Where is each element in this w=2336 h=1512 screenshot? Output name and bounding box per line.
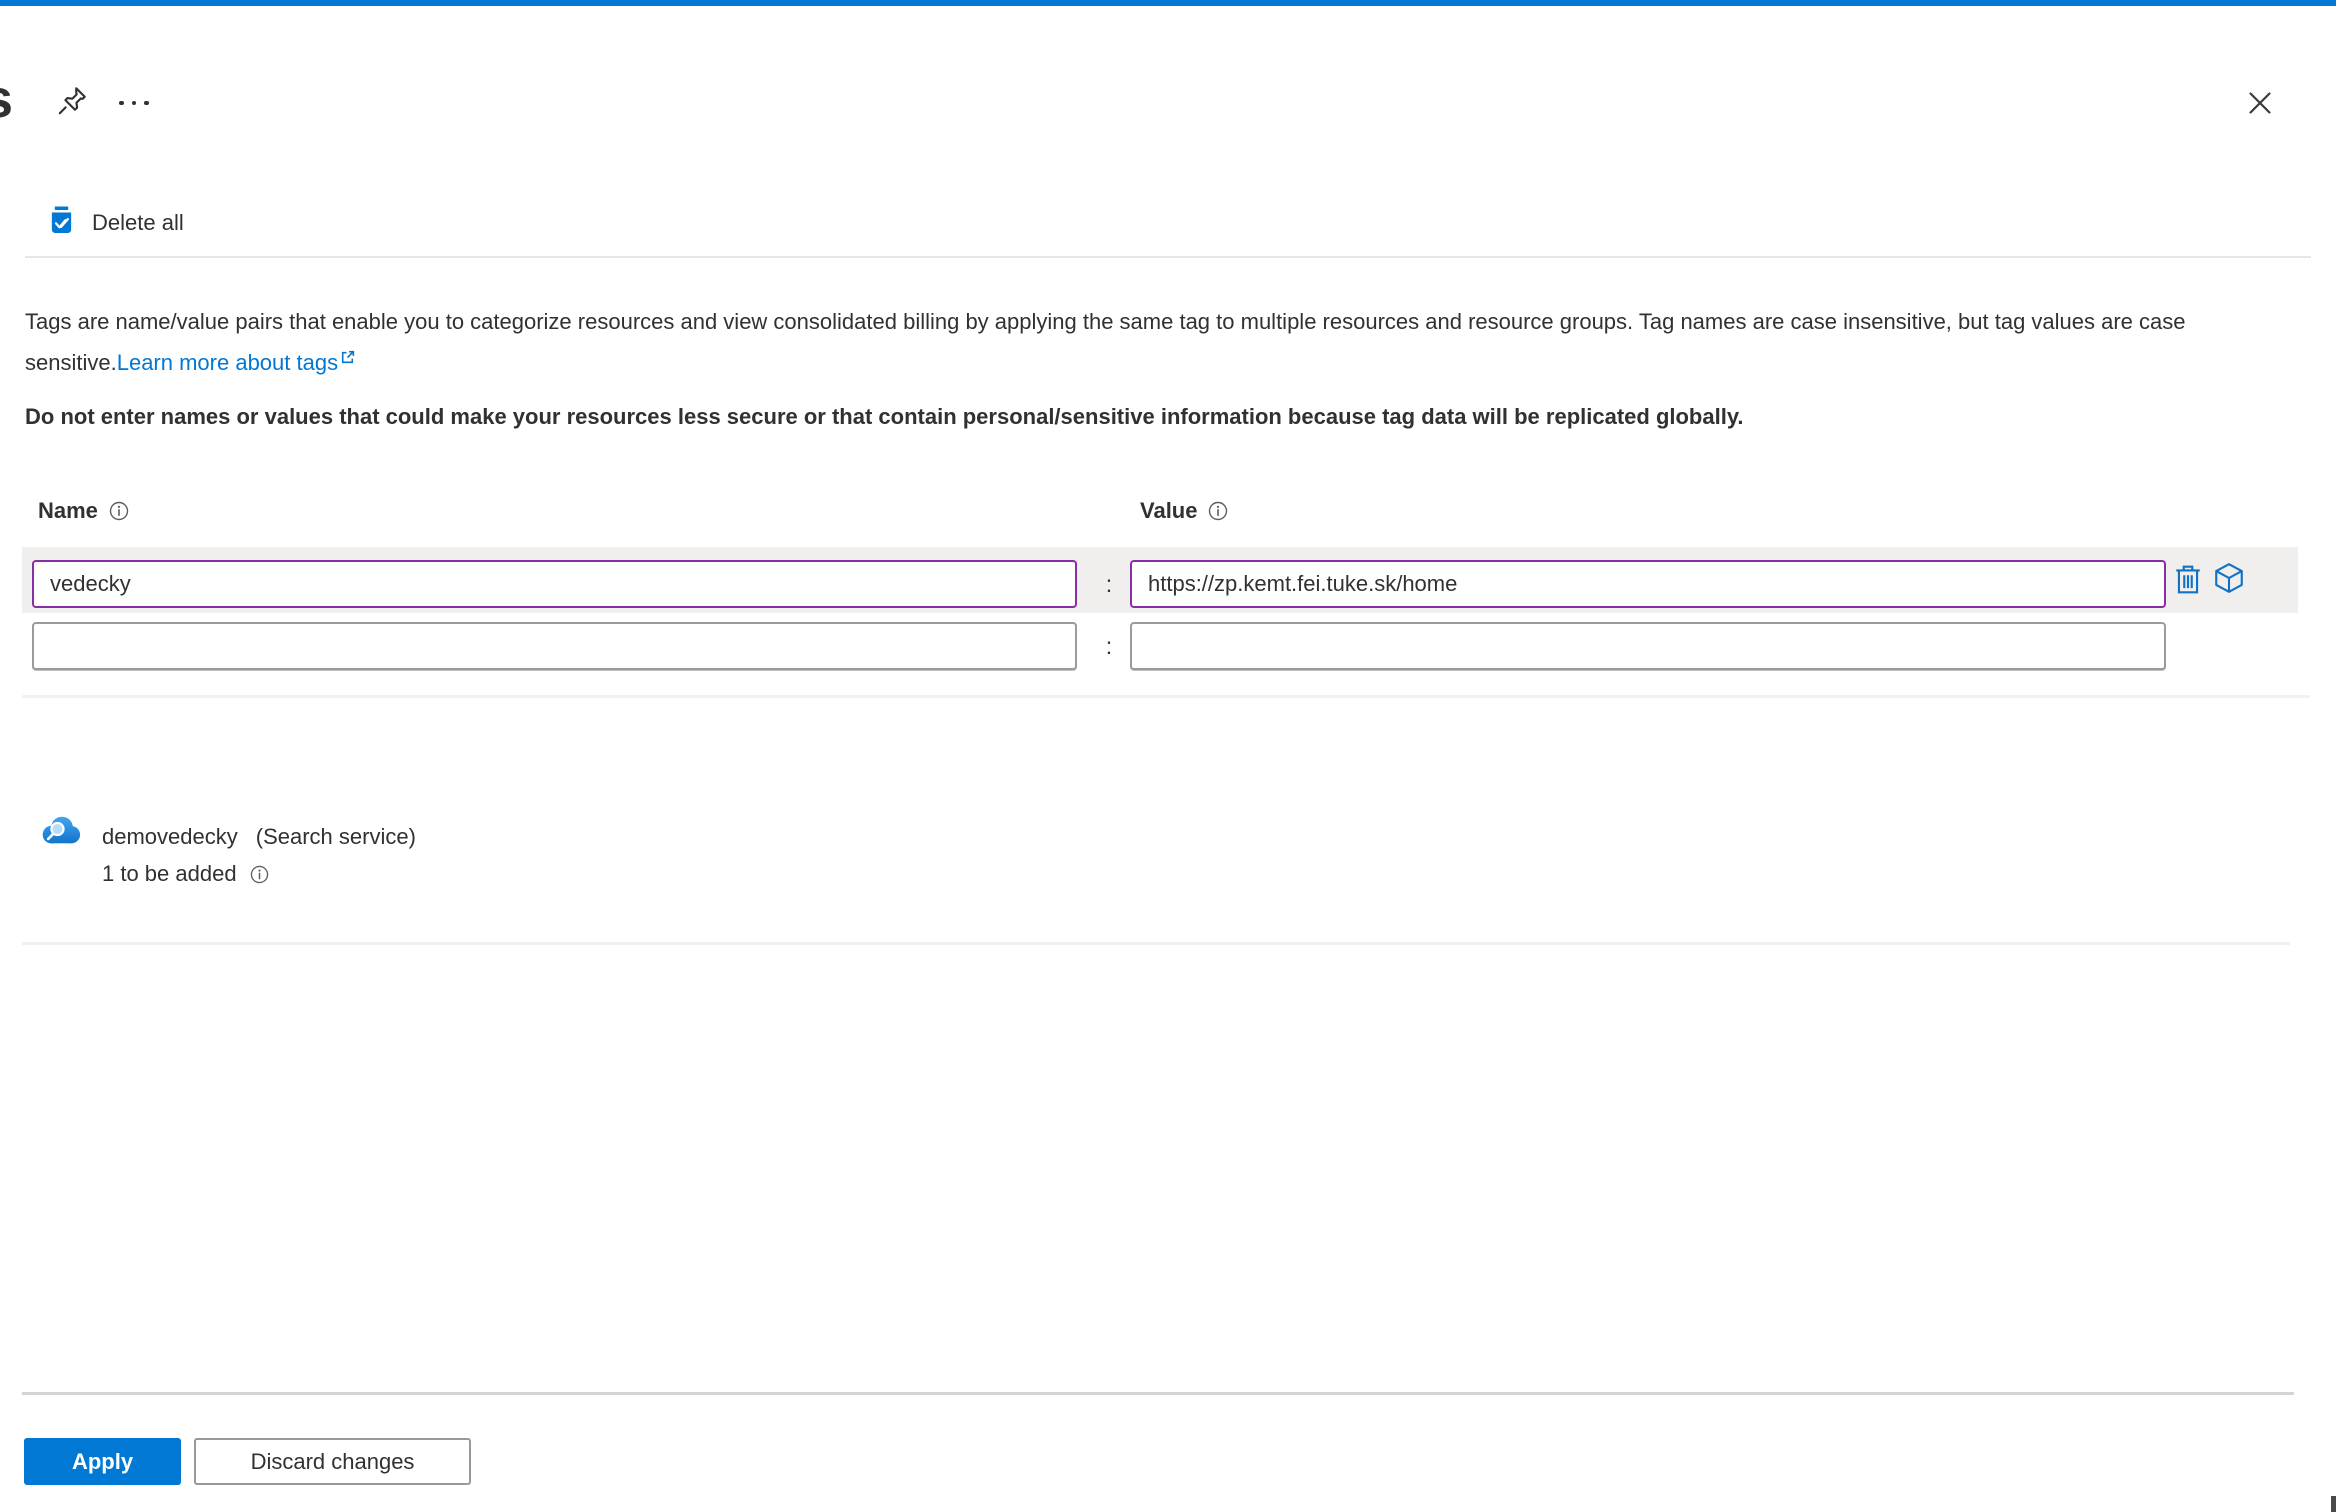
close-button[interactable] [2240, 84, 2280, 124]
rows-divider [22, 695, 2310, 698]
learn-more-link[interactable]: Learn more about tags [117, 350, 338, 375]
apply-button[interactable]: Apply [24, 1438, 181, 1485]
more-icon [119, 100, 124, 106]
external-link-icon [339, 340, 356, 377]
security-warning: Do not enter names or values that could … [25, 404, 1744, 429]
delete-tag-row-button[interactable] [2174, 563, 2202, 598]
name-value-separator: : [1105, 633, 1113, 659]
tag-value-input-row1[interactable] [1130, 560, 2166, 608]
more-button[interactable] [112, 88, 156, 118]
trash-icon [2174, 565, 2202, 598]
resource-name: demovedecky [102, 824, 238, 849]
search-service-icon [38, 812, 82, 855]
delete-all-button[interactable]: Delete all [44, 200, 188, 245]
tags-blade: s [0, 0, 2336, 1512]
tags-description: Tags are name/value pairs that enable yo… [25, 303, 2317, 381]
value-column-label: Value [1140, 498, 1228, 524]
close-icon [2246, 89, 2274, 120]
resource-divider [22, 942, 2290, 945]
resource-row: demovedecky (Search service) [102, 824, 416, 850]
footer-divider [22, 1392, 2294, 1395]
name-info-icon[interactable] [109, 501, 129, 521]
pin-button[interactable] [52, 82, 92, 122]
pin-icon [55, 84, 89, 121]
name-value-separator: : [1105, 571, 1113, 597]
value-info-icon[interactable] [1208, 501, 1228, 521]
resource-status-info-icon[interactable] [250, 865, 269, 884]
tag-name-input-row2[interactable] [32, 622, 1077, 670]
resource-status-text: 1 to be added [102, 861, 237, 886]
blade-title: s [0, 68, 13, 130]
scrollbar-thumb[interactable] [2331, 1496, 2336, 1512]
tag-value-input-row2[interactable] [1130, 622, 2166, 670]
resource-type: (Search service) [255, 824, 416, 849]
tag-resources-button[interactable] [2212, 560, 2246, 599]
discard-changes-button[interactable]: Discard changes [194, 1438, 471, 1485]
delete-all-label: Delete all [92, 209, 184, 235]
tag-name-input-row1[interactable] [32, 560, 1077, 608]
top-accent-bar [0, 0, 2336, 6]
resource-status: 1 to be added [102, 861, 269, 887]
name-column-label: Name [38, 498, 129, 524]
cube-icon [2212, 563, 2246, 599]
toolbar-divider [25, 256, 2311, 258]
delete-all-icon [48, 204, 75, 241]
